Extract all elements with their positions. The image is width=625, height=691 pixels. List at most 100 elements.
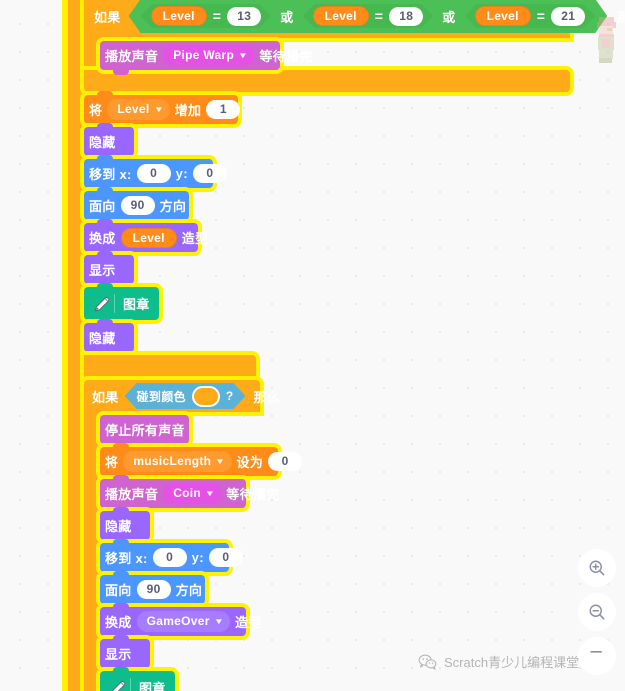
play-sound-coin-block[interactable]: 播放声音 Coin ▼ 等待播完 xyxy=(100,475,279,513)
point-direction-block-1[interactable]: 面向 90 方向 xyxy=(84,187,189,225)
equals-condition-3[interactable]: Level = 21 xyxy=(465,4,596,28)
scratch-workspace[interactable]: 如果 Level = 13 或 Level = 18 或 Level = 21 … xyxy=(0,0,625,691)
stamp-label-2: 图章 xyxy=(130,678,171,691)
stamp-block-2[interactable]: 图章 xyxy=(100,667,175,691)
if-level-block-closing-arm[interactable] xyxy=(84,355,256,379)
variable-dropdown-level[interactable]: Level ▼ xyxy=(107,99,170,120)
switch-costume-suffix-1: 造型 xyxy=(181,231,209,246)
switch-costume-block-gameover[interactable]: 换成 GameOver ▼ 造型 xyxy=(100,603,261,641)
change-level-block[interactable]: 将 Level ▼ 增加 1 xyxy=(84,91,241,129)
zoom-in-button[interactable] xyxy=(578,549,616,587)
if-touching-color-left-arm-glow xyxy=(80,412,84,691)
outer-c-block-glow-stripe xyxy=(62,0,68,691)
change-mid-label: 增加 xyxy=(174,103,202,118)
goto-x-value-1[interactable]: 0 xyxy=(136,164,171,183)
equals-condition-2[interactable]: Level = 18 xyxy=(303,4,434,28)
question-mark-label: ? xyxy=(225,389,234,403)
costume-name-gameover: GameOver xyxy=(146,614,210,628)
pen-icon xyxy=(100,678,128,691)
set-prefix: 将 xyxy=(105,455,119,470)
variable-dropdown-musiclength[interactable]: musicLength ▼ xyxy=(123,451,232,472)
goto-y-label-1: y: xyxy=(175,166,188,181)
chevron-down-icon: ▼ xyxy=(215,457,226,466)
stamp-block-1[interactable]: 图章 xyxy=(84,283,159,325)
switch-costume-block-level[interactable]: 换成 Level 造型 xyxy=(84,219,208,257)
variable-reporter-level-2[interactable]: Level xyxy=(313,6,369,26)
hide-label-2: 隐藏 xyxy=(89,331,116,346)
if-touching-color-left-arm[interactable] xyxy=(84,412,100,691)
show-label-1: 显示 xyxy=(89,263,116,278)
point-direction-block-2[interactable]: 面向 90 方向 xyxy=(100,571,205,609)
show-block-2[interactable]: 显示 xyxy=(100,635,150,673)
sound-dropdown-coin[interactable]: Coin ▼ xyxy=(163,483,222,504)
or-label-1: 或 xyxy=(280,9,294,25)
variable-reporter-level-3[interactable]: Level xyxy=(475,6,531,26)
set-music-length-block[interactable]: 将 musicLength ▼ 设为 0 xyxy=(100,443,303,481)
hide-label-1: 隐藏 xyxy=(89,135,116,150)
change-level-value[interactable]: 1 xyxy=(206,100,241,119)
hide-block-3[interactable]: 隐藏 xyxy=(100,507,150,545)
operator-symbol-3: = xyxy=(536,8,546,24)
play-sound-suffix-2: 等待播完 xyxy=(226,487,280,502)
chevron-down-icon: ▼ xyxy=(213,617,225,626)
equals-condition-1[interactable]: Level = 13 xyxy=(141,4,272,28)
sound-dropdown-pipe-warp[interactable]: Pipe Warp ▼ xyxy=(163,45,255,66)
costume-reporter-level[interactable]: Level xyxy=(120,227,177,248)
switch-costume-prefix-1: 换成 xyxy=(89,231,116,246)
if-label: 如果 xyxy=(94,9,121,25)
goto-x-value-2[interactable]: 0 xyxy=(152,548,187,567)
chevron-down-icon: ▼ xyxy=(153,105,164,114)
variable-name-musiclength: musicLength xyxy=(133,454,212,468)
zoom-reset-button[interactable] xyxy=(578,637,616,675)
if-touching-color-header[interactable]: 如果 碰到颜色 ? 那么 xyxy=(84,380,280,412)
goto-prefix-1: 移到 x: xyxy=(89,167,132,182)
operator-symbol-1: = xyxy=(212,8,222,24)
stamp-label-1: 图章 xyxy=(114,294,155,313)
sprite-ghost-watermark xyxy=(592,14,620,66)
point-prefix-2: 面向 xyxy=(105,583,132,598)
sound-name-coin: Coin xyxy=(173,486,202,500)
touching-color-condition[interactable]: 碰到颜色 ? xyxy=(125,383,246,409)
goto-prefix-2: 移到 x: xyxy=(105,551,148,566)
goto-y-value-2[interactable]: 0 xyxy=(208,548,243,567)
if-level-block-header[interactable]: 如果 Level = 13 或 Level = 18 或 Level = 21 … xyxy=(84,0,625,38)
chevron-down-icon: ▼ xyxy=(237,51,249,60)
show-block-1[interactable]: 显示 xyxy=(84,251,134,289)
stop-all-sounds-block[interactable]: 停止所有声音 xyxy=(100,415,189,449)
point-direction-value-1[interactable]: 90 xyxy=(120,196,155,215)
point-suffix-1: 方向 xyxy=(159,199,187,214)
switch-costume-suffix-2: 造型 xyxy=(234,615,262,630)
stop-all-sounds-label: 停止所有声音 xyxy=(105,423,185,438)
zoom-reset-icon xyxy=(590,651,602,653)
set-music-length-value[interactable]: 0 xyxy=(268,452,303,471)
goto-xy-block-1[interactable]: 移到 x: 0 y: 0 xyxy=(84,155,227,193)
change-prefix: 将 xyxy=(89,103,103,118)
play-sound-suffix-1: 等待播完 xyxy=(259,49,313,64)
condition-value-2[interactable]: 18 xyxy=(389,7,423,26)
costume-dropdown-gameover[interactable]: GameOver ▼ xyxy=(136,611,230,632)
goto-y-value-1[interactable]: 0 xyxy=(192,164,227,183)
play-sound-pipe-warp-block[interactable]: 播放声音 Pipe Warp ▼ 等待播完 xyxy=(100,41,312,75)
condition-value-3[interactable]: 21 xyxy=(551,7,585,26)
show-label-2: 显示 xyxy=(105,647,132,662)
play-sound-prefix-2: 播放声音 xyxy=(105,487,159,502)
variable-reporter-level-1[interactable]: Level xyxy=(151,6,207,26)
chevron-down-icon: ▼ xyxy=(204,489,216,498)
color-swatch[interactable] xyxy=(192,386,220,407)
play-sound-prefix-1: 播放声音 xyxy=(105,49,159,64)
or-condition-group[interactable]: Level = 13 或 Level = 18 或 Level = 21 xyxy=(129,0,608,33)
variable-name-level: Level xyxy=(117,102,150,116)
touching-color-label: 碰到颜色 xyxy=(136,389,186,404)
sound-name-pipe-warp: Pipe Warp xyxy=(173,48,235,62)
hide-block-1[interactable]: 隐藏 xyxy=(84,123,134,161)
pen-icon xyxy=(84,294,112,314)
hide-block-2[interactable]: 隐藏 xyxy=(84,319,134,357)
zoom-out-button[interactable] xyxy=(578,593,616,631)
condition-value-1[interactable]: 13 xyxy=(227,7,261,26)
if-level-block-bottom-arm[interactable] xyxy=(84,70,570,92)
or-label-2: 或 xyxy=(442,9,456,25)
point-suffix-2: 方向 xyxy=(175,583,203,598)
set-mid-label: 设为 xyxy=(236,455,264,470)
goto-xy-block-2[interactable]: 移到 x: 0 y: 0 xyxy=(100,539,243,577)
point-direction-value-2[interactable]: 90 xyxy=(136,580,171,599)
